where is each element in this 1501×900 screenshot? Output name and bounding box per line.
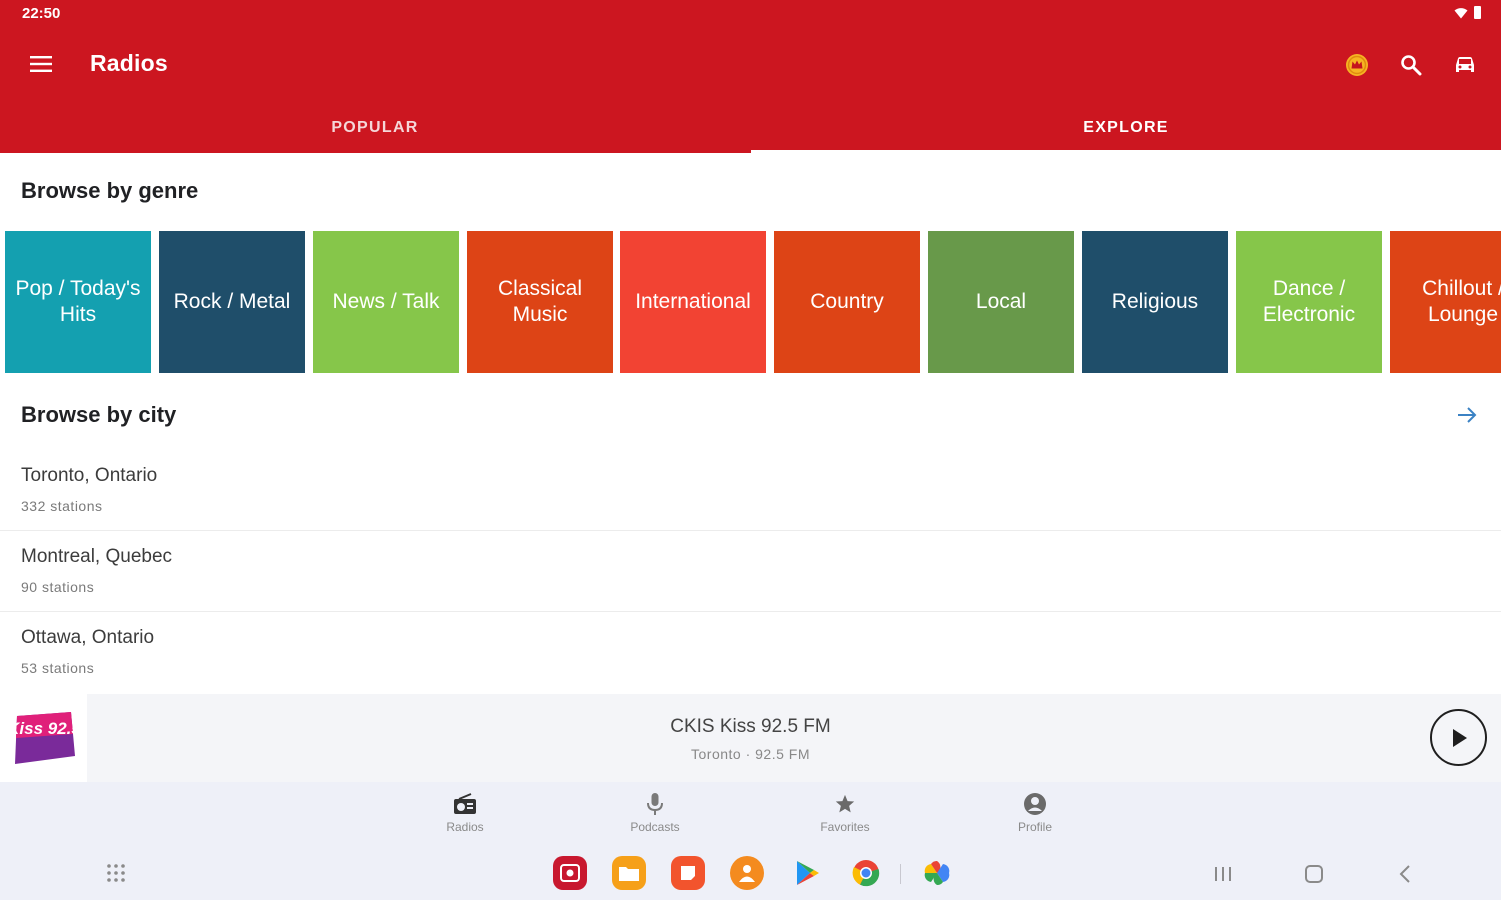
back-button[interactable] [1390,859,1420,889]
city-station-count: 53 stations [21,660,95,676]
city-section-title: Browse by city [21,402,177,427]
play-icon [1452,728,1467,747]
bottom-navigation: Radios Podcasts Favorites Profile [0,782,1501,842]
nav-profile[interactable]: Profile [985,790,1085,840]
genre-tile-international[interactable]: International [620,231,766,373]
contacts-icon [739,865,755,882]
nav-label: Favorites [820,820,870,834]
nav-label: Profile [1017,820,1052,834]
play-store-app[interactable] [790,856,824,890]
battery-icon [1474,6,1481,19]
menu-button[interactable] [26,50,56,78]
city-name: Toronto, Ontario [21,465,158,486]
genre-tile-dance[interactable]: Dance / Electronic [1236,231,1382,373]
city-item-toronto[interactable]: Toronto, Ontario 332 stations [0,451,1501,531]
star-icon [835,794,855,813]
city-station-count: 90 stations [21,579,95,595]
city-station-count: 332 stations [21,498,103,514]
screen-recorder-icon [560,864,580,882]
back-icon [1399,865,1410,883]
photos-icon [924,860,950,886]
notes-app[interactable] [671,856,705,890]
genre-tile-rock[interactable]: Rock / Metal [159,231,305,373]
genre-tile-chillout[interactable]: Chillout / Lounge [1390,231,1501,373]
tab-explore[interactable]: EXPLORE [751,105,1501,150]
chrome-icon [852,860,880,887]
nav-label: Podcasts [630,820,680,834]
nav-favorites[interactable]: Favorites [795,790,895,840]
genre-section-title: Browse by genre [21,178,199,203]
recent-apps-icon [1215,867,1231,881]
nav-label: Radios [446,820,484,834]
player-station-name: CKIS Kiss 92.5 FM [670,716,831,737]
station-logo: Kiss 92.5 [0,694,87,782]
home-icon [1305,865,1323,883]
premium-crown-icon [1346,54,1368,76]
wifi-icon [1454,7,1468,18]
mini-player[interactable]: Kiss 92.5 CKIS Kiss 92.5 FM Toronto · 92… [0,694,1501,782]
city-item-ottawa[interactable]: Ottawa, Ontario 53 stations [0,613,1501,693]
car-mode-icon [1456,57,1474,72]
radio-icon [454,793,476,814]
city-name: Ottawa, Ontario [21,627,155,648]
dock-divider [900,864,901,884]
genre-tile-pop[interactable]: Pop / Today's Hits [5,231,151,373]
genre-tile-news[interactable]: News / Talk [313,231,459,373]
status-time: 22:50 [22,5,61,22]
chrome-app[interactable] [849,856,883,890]
tab-indicator [751,150,1501,153]
status-icons [1454,6,1481,19]
play-store-icon [797,861,819,885]
city-item-montreal[interactable]: Montreal, Quebec 90 stations [0,532,1501,612]
app-drawer-button[interactable] [99,856,133,890]
app-drawer-icon [107,864,125,882]
files-icon [619,867,639,881]
contacts-app[interactable] [730,856,764,890]
nav-radios[interactable]: Radios [415,790,515,840]
tab-popular[interactable]: POPULAR [0,105,750,150]
microphone-icon [647,793,663,815]
car-mode-button[interactable] [1448,48,1482,82]
play-button[interactable] [1430,709,1487,766]
city-name: Montreal, Quebec [21,546,173,567]
search-button[interactable] [1394,48,1428,82]
genre-tile-local[interactable]: Local [928,231,1074,373]
city-more-button[interactable] [1452,402,1482,428]
recent-apps-button[interactable] [1208,859,1238,889]
genre-tile-classical[interactable]: Classical Music [467,231,613,373]
profile-icon [1024,793,1046,815]
menu-icon [30,56,52,72]
premium-button[interactable] [1340,48,1374,82]
app-bar: 22:50 Radios POPULAR EXPLORE [0,0,1501,153]
genre-carousel[interactable]: Pop / Today's Hits Rock / Metal News / T… [5,231,1501,373]
nav-podcasts[interactable]: Podcasts [605,790,705,840]
system-taskbar [0,842,1501,900]
photos-app[interactable] [920,856,954,890]
home-button[interactable] [1299,859,1329,889]
app-title: Radios [90,50,168,76]
genre-tile-country[interactable]: Country [774,231,920,373]
files-app[interactable] [612,856,646,890]
player-station-subtitle: Toronto · 92.5 FM [691,746,810,762]
arrow-right-icon [1458,407,1477,423]
screen-recorder-app[interactable] [553,856,587,890]
divider [0,611,1501,612]
search-icon [1401,55,1422,76]
genre-tile-religious[interactable]: Religious [1082,231,1228,373]
notes-icon [681,866,695,880]
divider [0,530,1501,531]
